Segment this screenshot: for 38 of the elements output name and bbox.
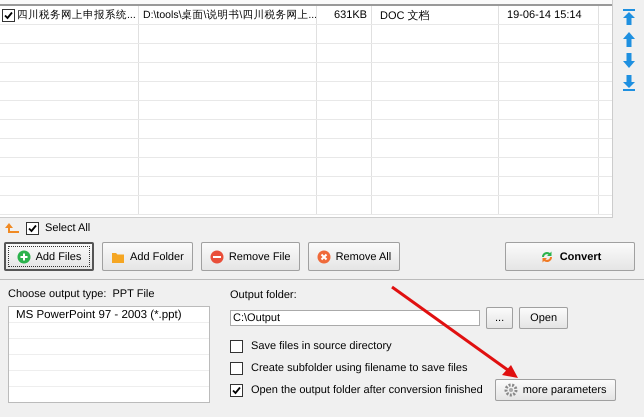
option-label: Create subfolder using filename to save files bbox=[251, 362, 468, 374]
table-cell: D:\tools\桌面\说明书\四川税务网上... bbox=[139, 6, 317, 24]
output-type-label: Choose output type: bbox=[8, 288, 106, 300]
plus-icon bbox=[16, 250, 31, 264]
gear-icon bbox=[504, 383, 518, 397]
open-button[interactable]: Open bbox=[519, 307, 568, 329]
button[interactable]: Add Files bbox=[4, 242, 94, 271]
select-all-label: Select All bbox=[45, 222, 90, 234]
option-label: Open the output folder after conversion finished bbox=[251, 384, 483, 396]
check-icon bbox=[28, 224, 37, 232]
move-to-bottom-icon[interactable] bbox=[622, 75, 636, 91]
check-icon bbox=[232, 386, 241, 394]
option-label: Save files in source directory bbox=[251, 340, 392, 352]
checkbox[interactable] bbox=[230, 384, 243, 396]
checkbox[interactable] bbox=[2, 8, 15, 22]
output-type-value: PPT File bbox=[112, 288, 154, 300]
table-cell: 19-06-14 15:14 bbox=[499, 6, 599, 24]
x-icon bbox=[316, 250, 331, 264]
button[interactable]: Add Folder bbox=[102, 242, 193, 271]
checkbox[interactable] bbox=[26, 222, 39, 234]
output-folder-label: Output folder: bbox=[230, 289, 298, 301]
checkbox[interactable] bbox=[230, 362, 243, 374]
more-parameters-button[interactable]: more parameters bbox=[494, 379, 616, 401]
down-arrow-icon[interactable] bbox=[622, 53, 636, 69]
table-cell: 四川税务网上申报系统... bbox=[17, 8, 136, 22]
table-cell: DOC 文档 bbox=[372, 6, 499, 24]
button[interactable]: Remove All bbox=[308, 242, 400, 271]
checkbox[interactable] bbox=[230, 340, 243, 352]
check-icon bbox=[4, 10, 13, 20]
minus-icon bbox=[210, 250, 224, 264]
list-item[interactable]: MS PowerPoint 97 - 2003 (*.ppt) bbox=[9, 307, 209, 323]
button[interactable]: Remove File bbox=[200, 242, 300, 271]
output-folder-field[interactable]: C:\Output bbox=[230, 310, 480, 326]
table-cell: 631KB bbox=[317, 6, 372, 24]
browse-button[interactable]: ... bbox=[486, 307, 514, 329]
convert-button[interactable]: Convert bbox=[505, 242, 635, 271]
move-to-top-icon[interactable] bbox=[622, 9, 636, 25]
up-arrow-icon[interactable] bbox=[622, 31, 636, 47]
